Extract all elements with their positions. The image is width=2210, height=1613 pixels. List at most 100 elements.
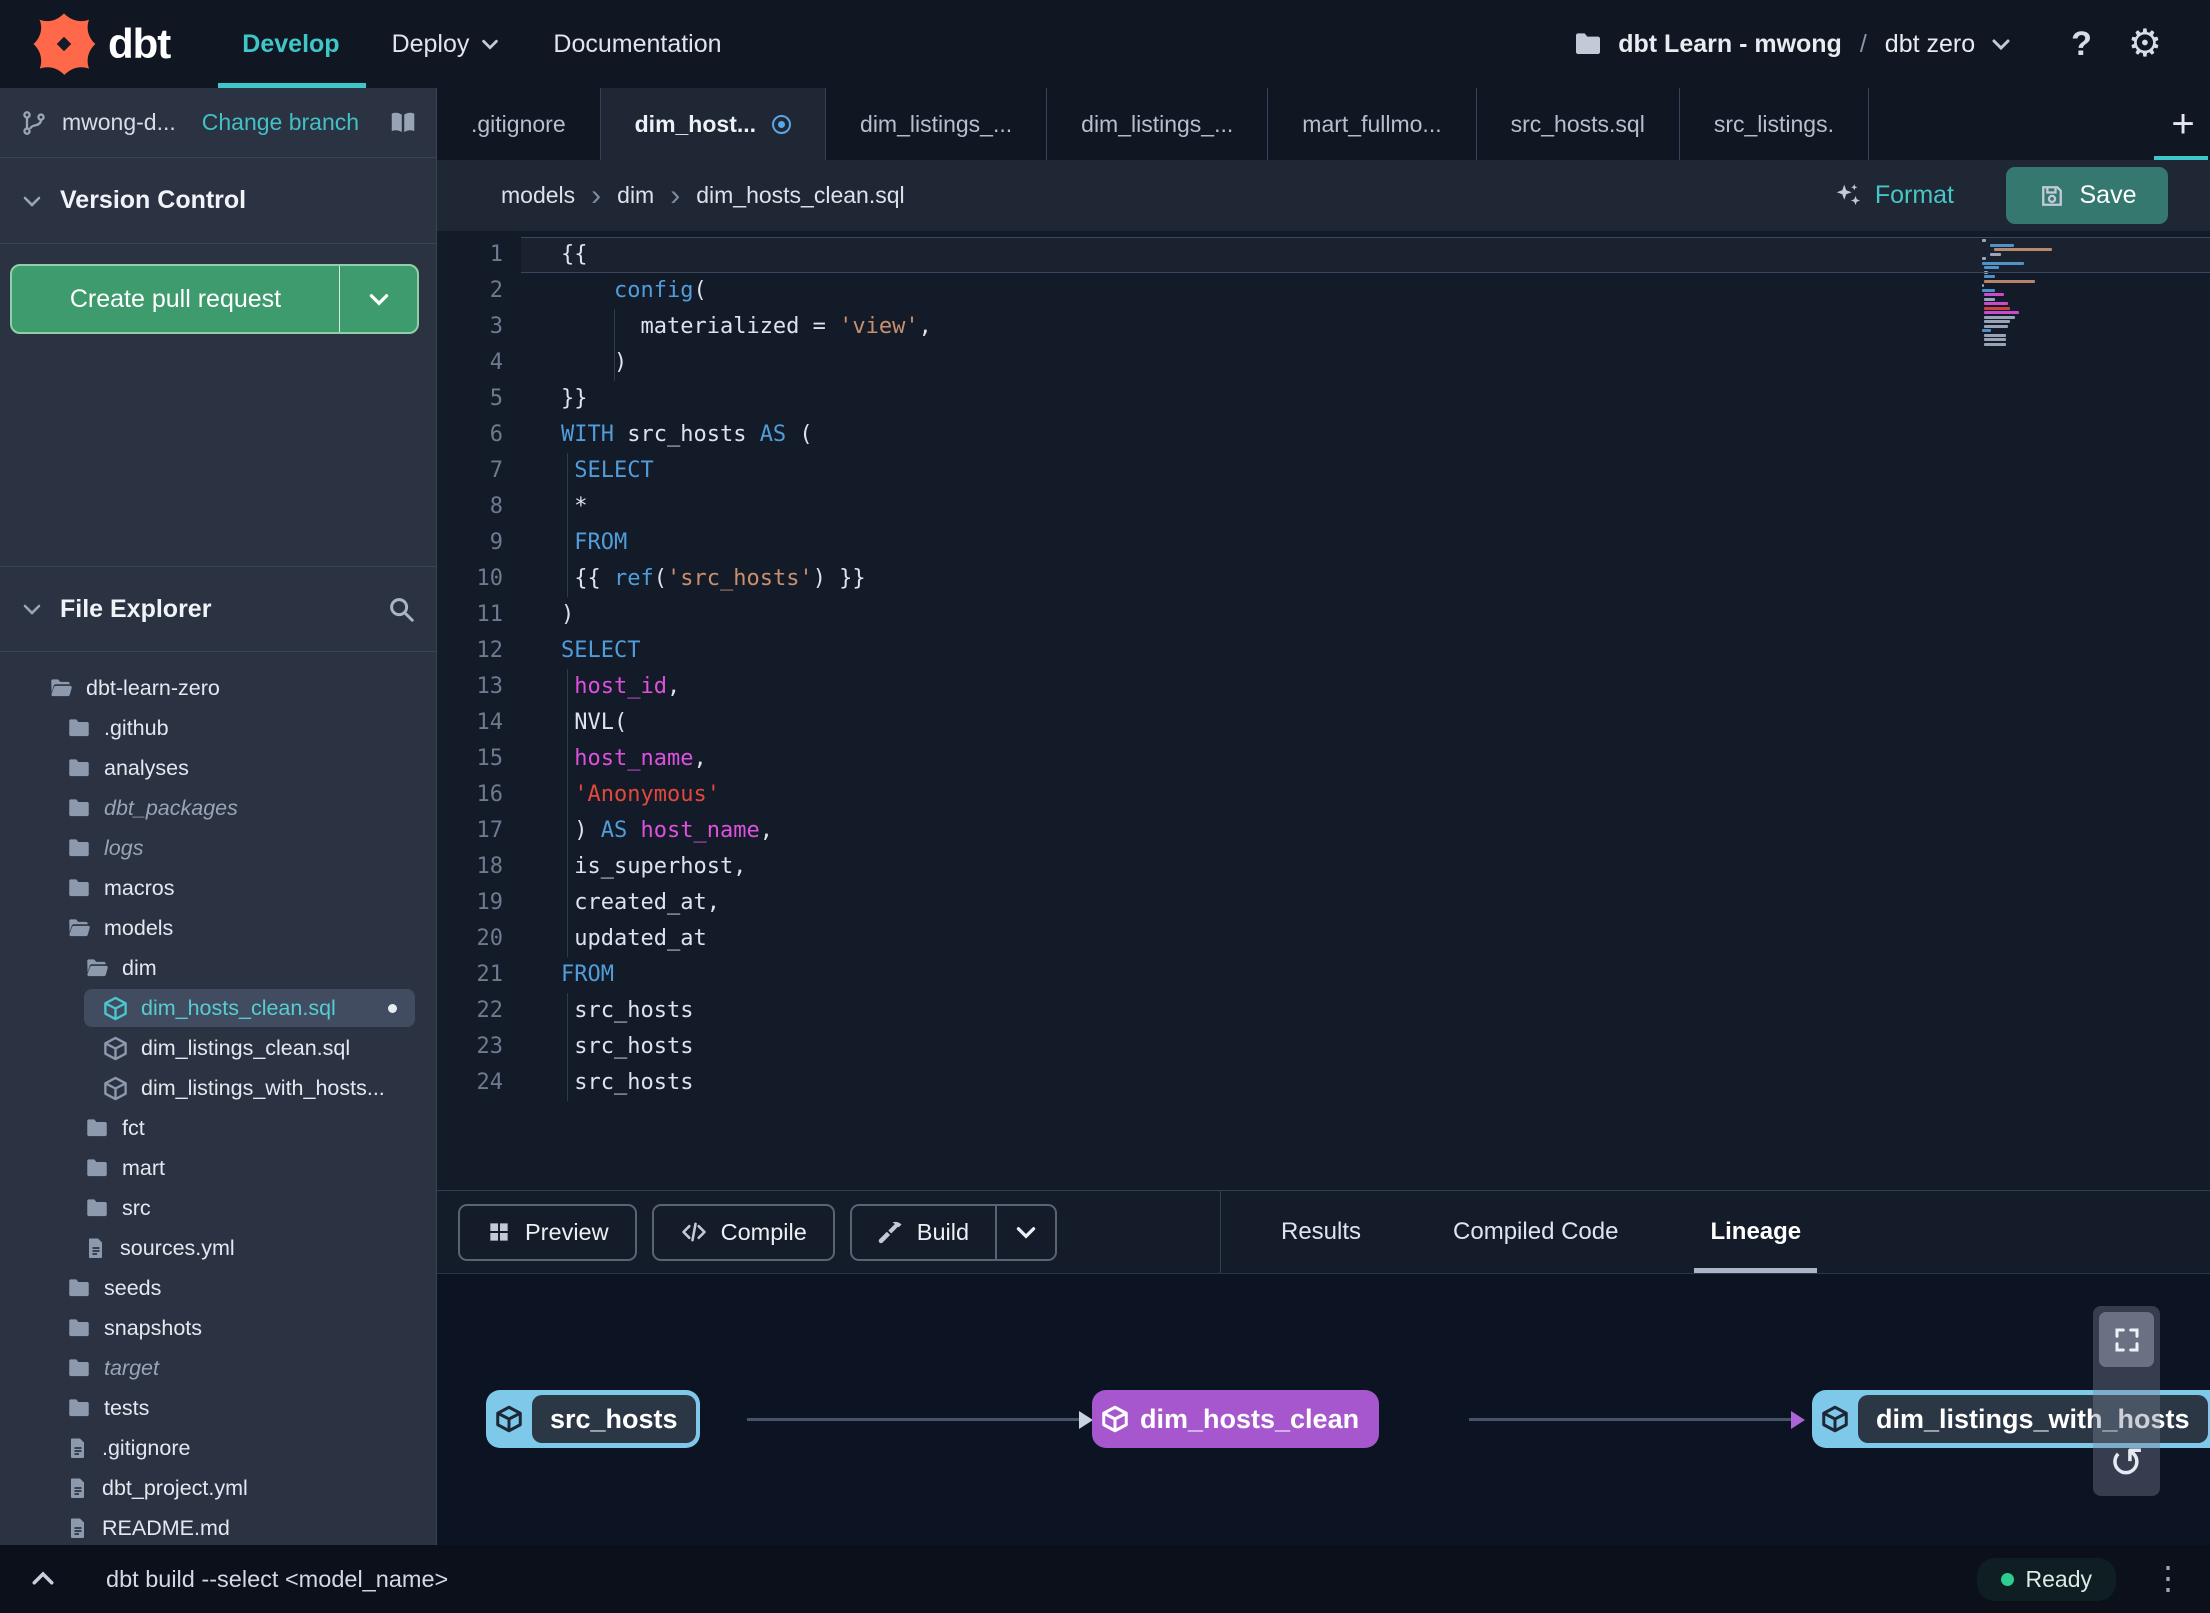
- version-control-header[interactable]: Version Control: [0, 158, 436, 244]
- version-control-title: Version Control: [60, 186, 247, 214]
- tree-item[interactable]: .gitignore: [0, 1428, 436, 1468]
- code-line[interactable]: 16 'Anonymous': [437, 777, 2210, 813]
- code-line[interactable]: 20 updated_at: [437, 921, 2210, 957]
- tree-item[interactable]: sources.yml: [0, 1228, 436, 1268]
- code-line[interactable]: 14 NVL(: [437, 705, 2210, 741]
- save-button[interactable]: Save: [2006, 167, 2168, 224]
- file-explorer-header[interactable]: File Explorer: [0, 566, 436, 652]
- code-line[interactable]: 24 src_hosts: [437, 1065, 2210, 1101]
- code-line[interactable]: 21 FROM: [437, 957, 2210, 993]
- change-branch-link[interactable]: Change branch: [202, 109, 359, 136]
- lineage-canvas[interactable]: src_hosts dim_hosts_clean dim_listings_wit…: [437, 1273, 2210, 1545]
- compile-button[interactable]: Compile: [651, 1203, 835, 1261]
- tree-item[interactable]: seeds: [0, 1268, 436, 1308]
- editor-tab[interactable]: dim_host...: [600, 88, 827, 160]
- tree-item[interactable]: dbt_project.yml: [0, 1468, 436, 1508]
- editor-tab[interactable]: dim_listings_...: [826, 88, 1048, 160]
- help-icon[interactable]: ?: [2071, 25, 2092, 64]
- search-icon[interactable]: [386, 594, 416, 624]
- file-explorer-title: File Explorer: [60, 594, 212, 623]
- results-tab-results[interactable]: Results: [1281, 1191, 1361, 1273]
- new-tab-button[interactable]: +: [2156, 88, 2210, 160]
- code-line[interactable]: 11): [437, 597, 2210, 633]
- command-hint[interactable]: dbt build --select <model_name>: [106, 1566, 448, 1593]
- reset-view-icon[interactable]: ↺: [2093, 1442, 2160, 1484]
- tree-item[interactable]: dim_listings_with_hosts...: [0, 1068, 436, 1108]
- lineage-node[interactable]: src_hosts: [486, 1390, 700, 1448]
- editor-tab[interactable]: mart_fullmo...: [1268, 88, 1477, 160]
- chevron-down-icon[interactable]: [1989, 32, 2013, 56]
- code-line[interactable]: 23 src_hosts: [437, 1029, 2210, 1065]
- tree-item-label: dbt_project.yml: [102, 1475, 248, 1500]
- line-number: 11: [476, 602, 504, 627]
- code-line[interactable]: 1 {{: [437, 237, 2210, 273]
- tree-item-label: dim: [122, 955, 157, 980]
- nav-deploy[interactable]: Deploy: [392, 0, 502, 88]
- lineage-node[interactable]: dim_hosts_clean: [1092, 1390, 1380, 1448]
- tree-item[interactable]: macros: [0, 868, 436, 908]
- tree-item[interactable]: snapshots: [0, 1308, 436, 1348]
- tree-item[interactable]: dim: [0, 948, 436, 988]
- code-line[interactable]: 5}}: [437, 381, 2210, 417]
- tree-item[interactable]: dim_listings_clean.sql: [0, 1028, 436, 1068]
- code-line[interactable]: 10 {{ ref('src_hosts') }}: [437, 561, 2210, 597]
- nav-develop[interactable]: Develop: [218, 0, 366, 88]
- tree-item[interactable]: analyses: [0, 748, 436, 788]
- tree-item[interactable]: logs: [0, 828, 436, 868]
- code-line[interactable]: 6 WITH src_hosts AS (: [437, 417, 2210, 453]
- tree-item[interactable]: fct: [0, 1108, 436, 1148]
- code-line[interactable]: 7 SELECT: [437, 453, 2210, 489]
- editor-tab[interactable]: src_listings.: [1680, 88, 1869, 160]
- tree-item[interactable]: dim_hosts_clean.sql: [0, 988, 436, 1028]
- code-line[interactable]: 13 host_id,: [437, 669, 2210, 705]
- docs-book-icon[interactable]: [388, 108, 418, 138]
- format-button[interactable]: Format: [1833, 181, 1954, 211]
- tree-item[interactable]: dbt-learn-zero: [0, 668, 436, 708]
- code-line[interactable]: 17 ) AS host_name,: [437, 813, 2210, 849]
- code-line[interactable]: 2 config(: [437, 273, 2210, 309]
- folder-icon: [66, 1355, 92, 1381]
- editor-tab[interactable]: .gitignore: [437, 88, 601, 160]
- tree-item[interactable]: mart: [0, 1148, 436, 1188]
- settings-gear-icon[interactable]: ⚙: [2128, 25, 2162, 63]
- editor-tab[interactable]: dim_listings_...: [1047, 88, 1269, 160]
- code-line-content: src_hosts: [521, 1029, 2210, 1065]
- nav-documentation[interactable]: Documentation: [553, 0, 721, 88]
- breadcrumb-item[interactable]: dim: [617, 182, 654, 209]
- breadcrumb-item[interactable]: models: [501, 182, 575, 209]
- code-editor[interactable]: 1{{2 config(3 materialized = 'view', 4 ) 5…: [437, 231, 2210, 1190]
- code-line[interactable]: 15 host_name,: [437, 741, 2210, 777]
- kebab-menu-icon[interactable]: ⋮: [2152, 1562, 2184, 1594]
- code-line[interactable]: 3 materialized = 'view',: [437, 309, 2210, 345]
- tree-item[interactable]: dbt_packages: [0, 788, 436, 828]
- breadcrumb-item[interactable]: dim_hosts_clean.sql: [696, 182, 904, 209]
- code-line[interactable]: 9 FROM: [437, 525, 2210, 561]
- code-line[interactable]: 8 *: [437, 489, 2210, 525]
- results-tab-lineage[interactable]: Lineage: [1694, 1191, 1817, 1273]
- code-line[interactable]: 18 is_superhost,: [437, 849, 2210, 885]
- code-line[interactable]: 19 created_at,: [437, 885, 2210, 921]
- build-button[interactable]: Build: [849, 1203, 1058, 1261]
- results-tab-compiled-code[interactable]: Compiled Code: [1453, 1191, 1618, 1273]
- tree-item-label: src: [122, 1195, 151, 1220]
- tree-item[interactable]: .github: [0, 708, 436, 748]
- breadcrumb: models › dim › dim_hosts_clean.sql Format Sa…: [437, 160, 2210, 231]
- tree-item[interactable]: src: [0, 1188, 436, 1228]
- folder-icon: [66, 835, 92, 861]
- preview-button[interactable]: Preview: [458, 1203, 637, 1261]
- code-line[interactable]: 22 src_hosts: [437, 993, 2210, 1029]
- tree-item[interactable]: target: [0, 1348, 436, 1388]
- tree-item[interactable]: tests: [0, 1388, 436, 1428]
- build-dropdown-toggle[interactable]: [995, 1205, 1055, 1259]
- chevron-up-icon[interactable]: [28, 1564, 58, 1594]
- tree-item[interactable]: README.md: [0, 1508, 436, 1545]
- tree-item[interactable]: models: [0, 908, 436, 948]
- code-line[interactable]: 12 SELECT: [437, 633, 2210, 669]
- pr-dropdown-toggle[interactable]: [339, 266, 417, 332]
- create-pull-request-button[interactable]: Create pull request: [10, 264, 419, 334]
- code-line[interactable]: 4 ): [437, 345, 2210, 381]
- tab-label: src_listings.: [1713, 110, 1834, 137]
- dbt-logo-icon[interactable]: [32, 12, 96, 76]
- fullscreen-icon[interactable]: [2099, 1312, 2154, 1367]
- editor-tab[interactable]: src_hosts.sql: [1477, 88, 1680, 160]
